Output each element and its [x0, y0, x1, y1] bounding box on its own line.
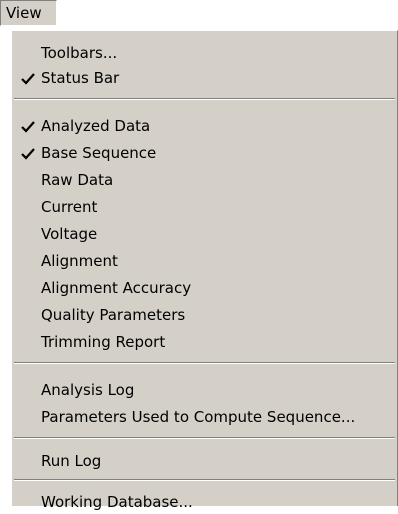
menu-item-working-database[interactable]: Working Database...	[12, 490, 397, 514]
menu-item-toolbars[interactable]: Toolbars...	[12, 41, 397, 65]
menu-item-label: Trimming Report	[41, 333, 166, 351]
view-menu-label: View	[6, 4, 42, 22]
menu-item-label: Analyzed Data	[41, 117, 151, 135]
menu-item-label: Analysis Log	[41, 381, 135, 399]
menu-item-label: Parameters Used to Compute Sequence...	[41, 408, 356, 426]
menu-item-label: Alignment Accuracy	[41, 279, 192, 297]
view-menu-button[interactable]: View	[0, 0, 57, 26]
menu-item-run-log[interactable]: Run Log	[12, 449, 397, 473]
menu-item-label: Toolbars...	[41, 44, 118, 62]
menu-item-label: Voltage	[41, 225, 98, 243]
menu-item-analyzed-data[interactable]: Analyzed Data	[12, 114, 397, 138]
menu-item-label: Raw Data	[41, 171, 114, 189]
checkmark-icon	[21, 73, 35, 85]
menu-item-label: Status Bar	[41, 69, 120, 87]
menu-item-quality-parameters[interactable]: Quality Parameters	[12, 303, 397, 327]
menu-item-current[interactable]: Current	[12, 195, 397, 219]
menu-item-parameters-used[interactable]: Parameters Used to Compute Sequence...	[12, 405, 397, 429]
view-dropdown-menu: Toolbars... Status Bar Analyzed Data Bas…	[11, 30, 398, 511]
checkmark-icon	[21, 148, 35, 160]
menu-item-status-bar[interactable]: Status Bar	[12, 66, 397, 90]
menu-item-label: Working Database...	[41, 493, 193, 511]
menu-item-label: Alignment	[41, 252, 118, 270]
menu-separator	[14, 437, 395, 439]
checkmark-icon	[21, 121, 35, 133]
menu-item-label: Base Sequence	[41, 144, 157, 162]
menu-item-trimming-report[interactable]: Trimming Report	[12, 330, 397, 354]
menu-item-label: Quality Parameters	[41, 306, 186, 324]
menu-separator	[14, 98, 395, 100]
menu-item-label: Current	[41, 198, 98, 216]
menu-item-alignment-accuracy[interactable]: Alignment Accuracy	[12, 276, 397, 300]
menu-separator	[14, 479, 395, 481]
menu-item-base-sequence[interactable]: Base Sequence	[12, 141, 397, 165]
menu-item-raw-data[interactable]: Raw Data	[12, 168, 397, 192]
menu-item-label: Run Log	[41, 452, 102, 470]
menu-item-analysis-log[interactable]: Analysis Log	[12, 378, 397, 402]
menu-item-voltage[interactable]: Voltage	[12, 222, 397, 246]
menu-item-alignment[interactable]: Alignment	[12, 249, 397, 273]
menu-separator	[14, 362, 395, 364]
